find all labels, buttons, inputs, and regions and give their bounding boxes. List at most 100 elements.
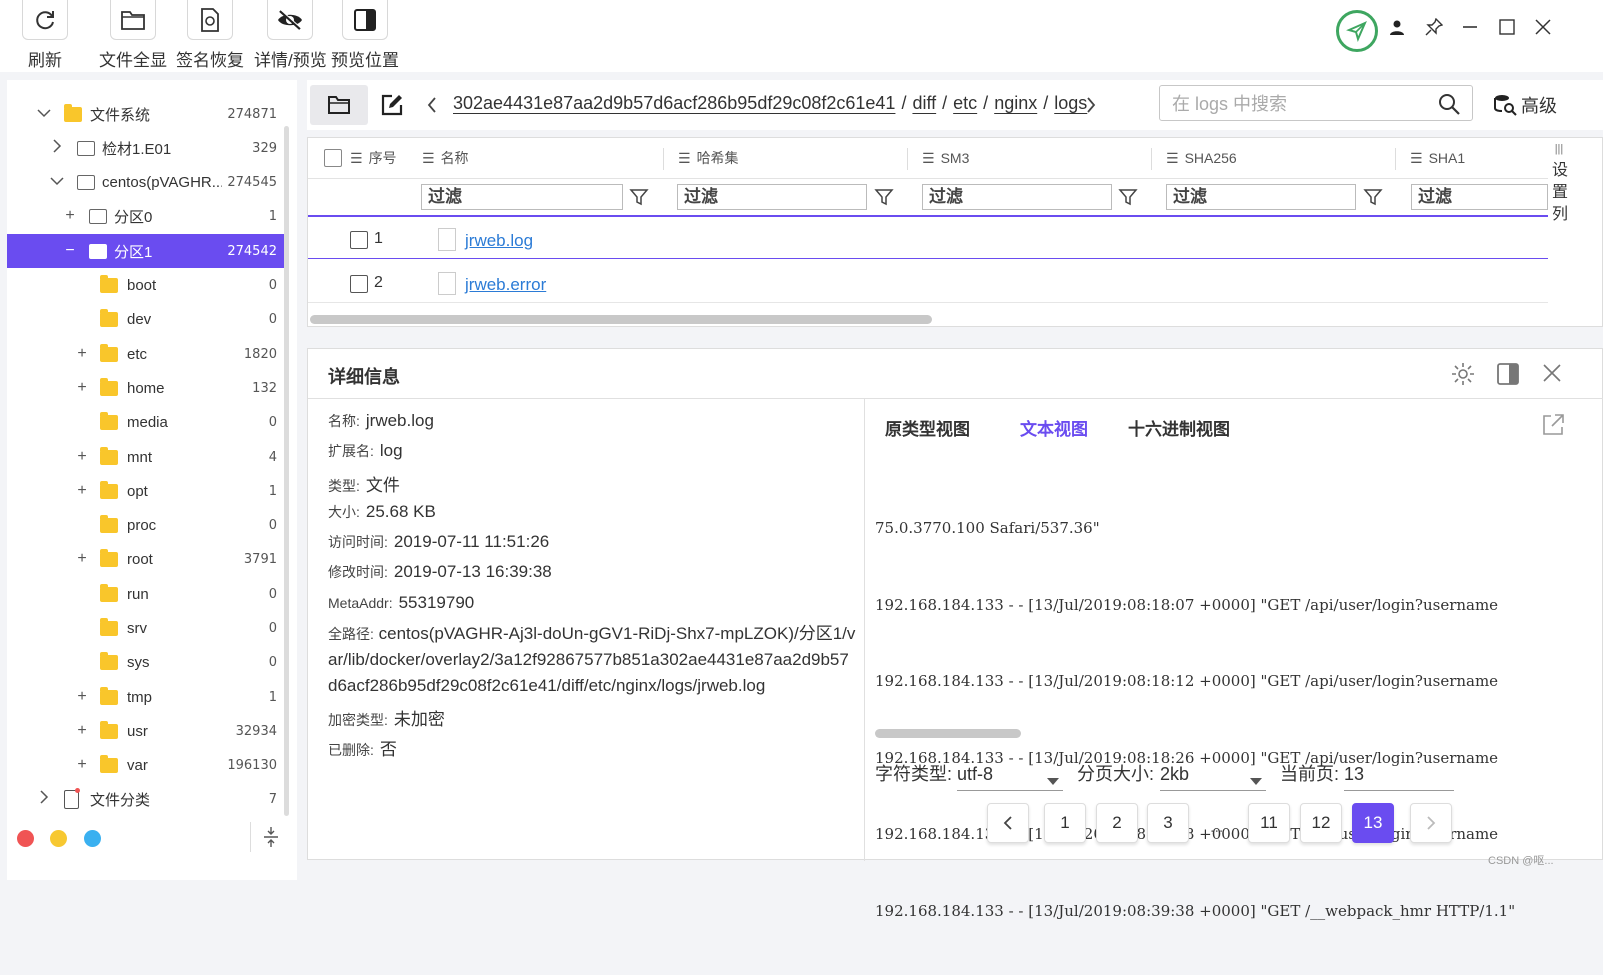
column-settings-button[interactable]: ||| 设置列 [1550, 137, 1568, 257]
tree-node-srv[interactable]: srv 0 [7, 611, 287, 645]
breadcrumb-item[interactable]: 302ae4431e87aa2d9b57d6acf286b95df29c08f2… [453, 93, 895, 113]
column-header-sha256[interactable]: ☰ SHA256 [1166, 138, 1237, 178]
row-checkbox[interactable] [350, 231, 368, 249]
expand-plus-icon[interactable]: + [75, 550, 89, 568]
folder-view-button[interactable] [310, 85, 368, 125]
column-divider[interactable] [907, 148, 908, 170]
gear-icon[interactable] [1451, 362, 1475, 389]
table-horizontal-scrollbar[interactable] [310, 315, 932, 324]
tab-text-view[interactable]: 文本视图 [1020, 415, 1088, 440]
tree-node-mnt[interactable]: + mnt 4 [7, 440, 287, 474]
tree-node-media[interactable]: media 0 [7, 405, 287, 439]
expand-plus-icon[interactable]: + [75, 756, 89, 774]
tree-node-run[interactable]: run 0 [7, 577, 287, 611]
maximize-icon[interactable] [1494, 14, 1520, 40]
column-header-hashset[interactable]: ☰ 哈希集 [678, 138, 739, 178]
tree-node-partition0[interactable]: + 分区0 1 [7, 199, 287, 233]
collapse-minus-icon[interactable]: − [63, 242, 77, 260]
shield-check-icon[interactable] [1336, 10, 1378, 52]
red-dot-icon[interactable] [17, 830, 34, 847]
row-checkbox[interactable] [350, 275, 368, 293]
page-button[interactable]: 3 [1147, 803, 1189, 843]
filter-input-sha256[interactable]: 过滤 [1166, 184, 1356, 210]
tree-node-usr[interactable]: + usr 32934 [7, 714, 287, 748]
page-button-current[interactable]: 13 [1352, 803, 1394, 843]
filter-icon[interactable] [1363, 187, 1383, 207]
menu-icon[interactable]: ☰ [678, 150, 691, 167]
tree-node-filesystem[interactable]: 文件系统 274871 [7, 97, 287, 131]
page-size-select[interactable]: 2kb [1160, 757, 1266, 791]
menu-icon[interactable]: ☰ [1410, 150, 1423, 167]
collapse-all-icon[interactable] [262, 826, 280, 848]
file-name-link[interactable]: jrweb.log [465, 231, 533, 251]
tree-node-home[interactable]: + home 132 [7, 371, 287, 405]
column-divider[interactable] [663, 148, 664, 170]
preview-position-button[interactable]: 预览位置 [331, 0, 399, 71]
expand-plus-icon[interactable]: + [63, 207, 77, 225]
current-page-input[interactable]: 13 [1344, 757, 1454, 791]
tree-node-opt[interactable]: + opt 1 [7, 474, 287, 508]
breadcrumb-item[interactable]: etc [953, 93, 977, 113]
select-all-checkbox[interactable] [324, 149, 342, 167]
column-header-index[interactable]: ☰ 序号 [324, 138, 397, 178]
tab-native-view[interactable]: 原类型视图 [885, 415, 970, 440]
advanced-search-button[interactable]: 高级 [1493, 92, 1557, 118]
column-header-sha1[interactable]: ☰ SHA1 [1410, 138, 1465, 178]
page-button[interactable]: 11 [1248, 803, 1290, 843]
tree-node-boot[interactable]: boot 0 [7, 268, 287, 302]
filter-icon[interactable] [1118, 187, 1138, 207]
breadcrumb-item[interactable]: nginx [994, 93, 1037, 113]
tree-node-tmp[interactable]: + tmp 1 [7, 680, 287, 714]
column-header-name[interactable]: ☰ 名称 [422, 138, 469, 178]
chevron-right-icon[interactable] [37, 789, 51, 809]
expand-plus-icon[interactable]: + [75, 482, 89, 500]
chevron-down-icon[interactable] [50, 173, 64, 191]
tree-node-var[interactable]: + var 196130 [7, 748, 287, 782]
tree-node-root[interactable]: + root 3791 [7, 542, 287, 576]
close-icon[interactable] [1543, 364, 1561, 385]
expand-plus-icon[interactable]: + [75, 688, 89, 706]
close-icon[interactable] [1530, 14, 1556, 40]
filter-icon[interactable] [629, 187, 649, 207]
menu-icon[interactable]: ☰ [1166, 150, 1179, 167]
page-button[interactable]: 2 [1096, 803, 1138, 843]
breadcrumb-item[interactable]: diff [912, 93, 936, 113]
tree-node-file-category[interactable]: 文件分类 7 [7, 782, 287, 816]
chevron-right-icon[interactable] [1085, 96, 1097, 117]
signature-restore-button[interactable]: 签名恢复 [176, 0, 244, 71]
refresh-button[interactable]: 刷新 [22, 0, 68, 71]
panel-right-icon[interactable] [1496, 362, 1520, 389]
expand-plus-icon[interactable]: + [75, 448, 89, 466]
expand-plus-icon[interactable]: + [75, 345, 89, 363]
edit-path-icon[interactable] [380, 93, 406, 119]
chevron-left-icon[interactable] [426, 96, 438, 117]
menu-icon[interactable]: ☰ [922, 150, 935, 167]
external-link-icon[interactable] [1541, 413, 1565, 440]
text-view-scrollbar[interactable] [875, 729, 1021, 738]
column-divider[interactable] [1395, 148, 1396, 170]
tree-node-proc[interactable]: proc 0 [7, 508, 287, 542]
filter-input-sha1[interactable]: 过滤 [1411, 184, 1548, 210]
tab-hex-view[interactable]: 十六进制视图 [1128, 415, 1230, 440]
filter-input-hashset[interactable]: 过滤 [677, 184, 867, 210]
file-name-link[interactable]: jrweb.error [465, 275, 546, 295]
details-preview-button[interactable]: 详情/预览 [254, 0, 327, 71]
chevron-down-icon[interactable] [37, 105, 51, 123]
expand-plus-icon[interactable]: + [75, 722, 89, 740]
page-button[interactable]: 1 [1044, 803, 1086, 843]
minimize-icon[interactable] [1457, 14, 1483, 40]
menu-icon[interactable]: ☰ [350, 150, 363, 167]
tree-node-partition1[interactable]: − 分区1 274542 [7, 234, 287, 268]
search-input[interactable] [1172, 92, 1422, 116]
column-divider[interactable] [1151, 148, 1152, 170]
tree-scrollbar[interactable] [284, 126, 289, 816]
tree-node-centos[interactable]: centos(pVAGHR... 274545 [7, 165, 287, 199]
tree-node-evidence[interactable]: 检材1.E01 329 [7, 131, 287, 165]
tree-node-dev[interactable]: dev 0 [7, 302, 287, 336]
tree-node-sys[interactable]: sys 0 [7, 645, 287, 679]
breadcrumb-item[interactable]: logs [1054, 93, 1087, 113]
search-icon[interactable] [1438, 93, 1460, 118]
yellow-dot-icon[interactable] [50, 830, 67, 847]
prev-page-button[interactable] [987, 803, 1029, 843]
charset-select[interactable]: utf-8 [957, 757, 1063, 791]
